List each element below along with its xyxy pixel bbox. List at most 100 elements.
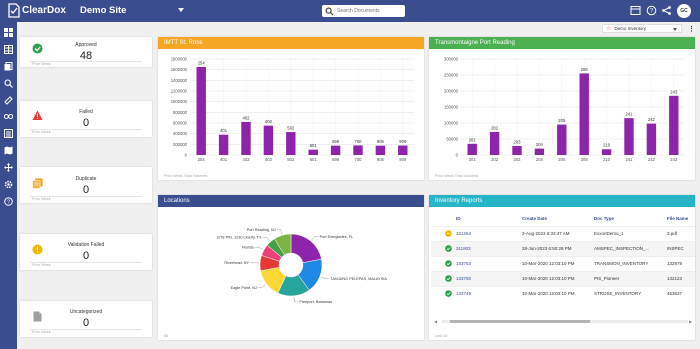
search-icon <box>325 7 334 15</box>
chevron-down-icon[interactable] <box>178 8 184 12</box>
x-tick-label: 205 <box>558 157 566 162</box>
x-tick-label: 201 <box>469 157 477 162</box>
bar[interactable] <box>557 124 567 155</box>
bar[interactable] <box>308 149 318 155</box>
bar[interactable] <box>669 95 679 155</box>
horizontal-scrollbar[interactable] <box>442 320 688 323</box>
bar[interactable] <box>624 118 634 155</box>
x-tick-label: 241 <box>626 157 634 162</box>
bar[interactable] <box>286 132 296 155</box>
search-box[interactable] <box>322 5 405 17</box>
x-tick-label: 502 <box>287 157 295 162</box>
y-tick-label: 1000000 <box>171 99 188 104</box>
card-uncategorized[interactable]: Uncategorized 0 Prior Week <box>20 301 152 337</box>
pending-icon <box>445 230 452 237</box>
y-tick-label: 300000 <box>444 57 459 62</box>
help-icon[interactable]: ? <box>646 5 657 16</box>
table-row[interactable]: 321264 3-Aug-2023 6:33:47 AM ExxonDemo_1… <box>431 225 695 241</box>
bar[interactable] <box>512 146 522 155</box>
card-footer: Prior Week <box>32 263 51 267</box>
bar-data-label: 254 <box>198 61 206 66</box>
panel-title: Inventory Reports <box>429 195 695 207</box>
bar-data-label: 909 <box>399 139 407 144</box>
bar[interactable] <box>375 145 386 155</box>
bar[interactable] <box>263 125 274 155</box>
file-name: 132979 <box>667 255 695 271</box>
column-header[interactable]: Doc Type <box>594 212 667 226</box>
bar-data-label: 203 <box>514 140 522 145</box>
pie-label-leader <box>320 276 330 279</box>
card-footer: Prior Week <box>32 62 51 66</box>
share-icon[interactable] <box>661 5 672 16</box>
bar[interactable] <box>579 73 589 155</box>
dashboard-icon[interactable] <box>4 28 13 37</box>
table-row[interactable]: 133753 10-Mar-2020 12:03:10 PM TRANSMON_… <box>431 255 695 271</box>
help-icon[interactable]: ? <box>4 197 13 206</box>
doc-id-link[interactable]: 133749 <box>456 285 522 301</box>
card-failed[interactable]: Failed 0 Prior Week <box>20 101 152 137</box>
table-icon[interactable] <box>630 5 641 16</box>
bar[interactable] <box>534 148 545 155</box>
column-header[interactable]: File Name <box>667 212 695 226</box>
status-cell <box>431 285 456 301</box>
bar-data-label: 700 <box>355 139 363 144</box>
bar[interactable] <box>218 134 229 155</box>
table-row[interactable]: 133749 10-Mar-2020 12:03:10 PM STROSE_IN… <box>431 285 695 301</box>
avatar[interactable]: GC <box>677 4 691 18</box>
doc-id-link[interactable]: 311903 <box>456 240 522 256</box>
dashboard-select-value: Demo Inventory <box>614 26 647 31</box>
bar[interactable] <box>646 123 657 155</box>
bar[interactable] <box>601 149 612 155</box>
pie-label-leader <box>293 296 299 303</box>
doc-id-link[interactable]: 133750 <box>456 270 522 286</box>
list-icon[interactable] <box>4 129 13 138</box>
x-tick-label: 242 <box>648 157 656 162</box>
dashboard-select[interactable]: ☆ Demo Inventory <box>602 24 682 33</box>
column-header[interactable]: ID <box>456 212 522 226</box>
bar[interactable] <box>398 145 408 155</box>
search-icon[interactable] <box>4 79 13 88</box>
bar[interactable] <box>196 67 206 155</box>
doc-id-link[interactable]: 133753 <box>456 255 522 271</box>
scroll-left-icon[interactable]: ◀ <box>434 319 437 324</box>
card-footer: Prior Week <box>32 130 51 134</box>
card-validation-failed[interactable]: Validation Failed 0 Prior Week <box>20 234 152 270</box>
documents-icon[interactable] <box>4 62 13 71</box>
create-date: 10-Mar-2020 12:03:10 PM <box>522 270 594 286</box>
table-row[interactable]: 133750 10-Mar-2020 12:03:10 PM PIS_Pione… <box>431 270 695 286</box>
site-name[interactable]: Demo Site <box>80 5 126 16</box>
more-icon[interactable]: ⋮ <box>688 25 695 33</box>
search-input[interactable] <box>337 8 405 14</box>
card-title: Duplicate <box>75 176 97 182</box>
pie-slice-label: 1078 PIN. 1230 Liberty, TX <box>216 236 262 240</box>
workflow-icon[interactable] <box>4 112 13 121</box>
map-icon[interactable] <box>4 146 13 155</box>
bar[interactable] <box>489 131 500 155</box>
grid-icon[interactable] <box>4 45 13 54</box>
file-name: INSPEC <box>667 240 695 256</box>
top-bar: ClearDox Demo Site ? GC <box>0 0 700 22</box>
bar[interactable] <box>241 121 251 155</box>
link-icon[interactable] <box>4 96 13 105</box>
table-row[interactable]: 311903 28-Jun-2023 6:50:28 PM AMSPEC_INS… <box>431 240 695 256</box>
move-icon[interactable] <box>4 163 13 172</box>
card-value: 0 <box>82 117 90 129</box>
card-duplicate[interactable]: Duplicate 0 Prior Week <box>20 167 152 203</box>
y-tick-label: 1200000 <box>171 89 188 94</box>
brand-name: ClearDox <box>22 5 66 16</box>
scroll-right-icon[interactable]: ▶ <box>689 319 692 324</box>
bar[interactable] <box>330 145 341 155</box>
x-tick-label: 202 <box>491 157 499 162</box>
doc-id-link[interactable]: 321264 <box>456 225 522 241</box>
pie-label-leader <box>257 284 266 288</box>
pie-slice[interactable] <box>290 233 322 264</box>
bar[interactable] <box>467 143 477 155</box>
brand[interactable]: ClearDox <box>7 3 66 18</box>
bar[interactable] <box>353 145 363 155</box>
bar-data-label: 502 <box>287 126 295 131</box>
scrollbar-thumb[interactable] <box>450 320 590 323</box>
create-date: 10-Mar-2020 12:03:10 PM <box>522 285 594 301</box>
settings-icon[interactable] <box>4 180 13 189</box>
card-approved[interactable]: Approved 48 Prior Week <box>20 37 152 67</box>
column-header[interactable]: Create Date <box>522 212 594 226</box>
